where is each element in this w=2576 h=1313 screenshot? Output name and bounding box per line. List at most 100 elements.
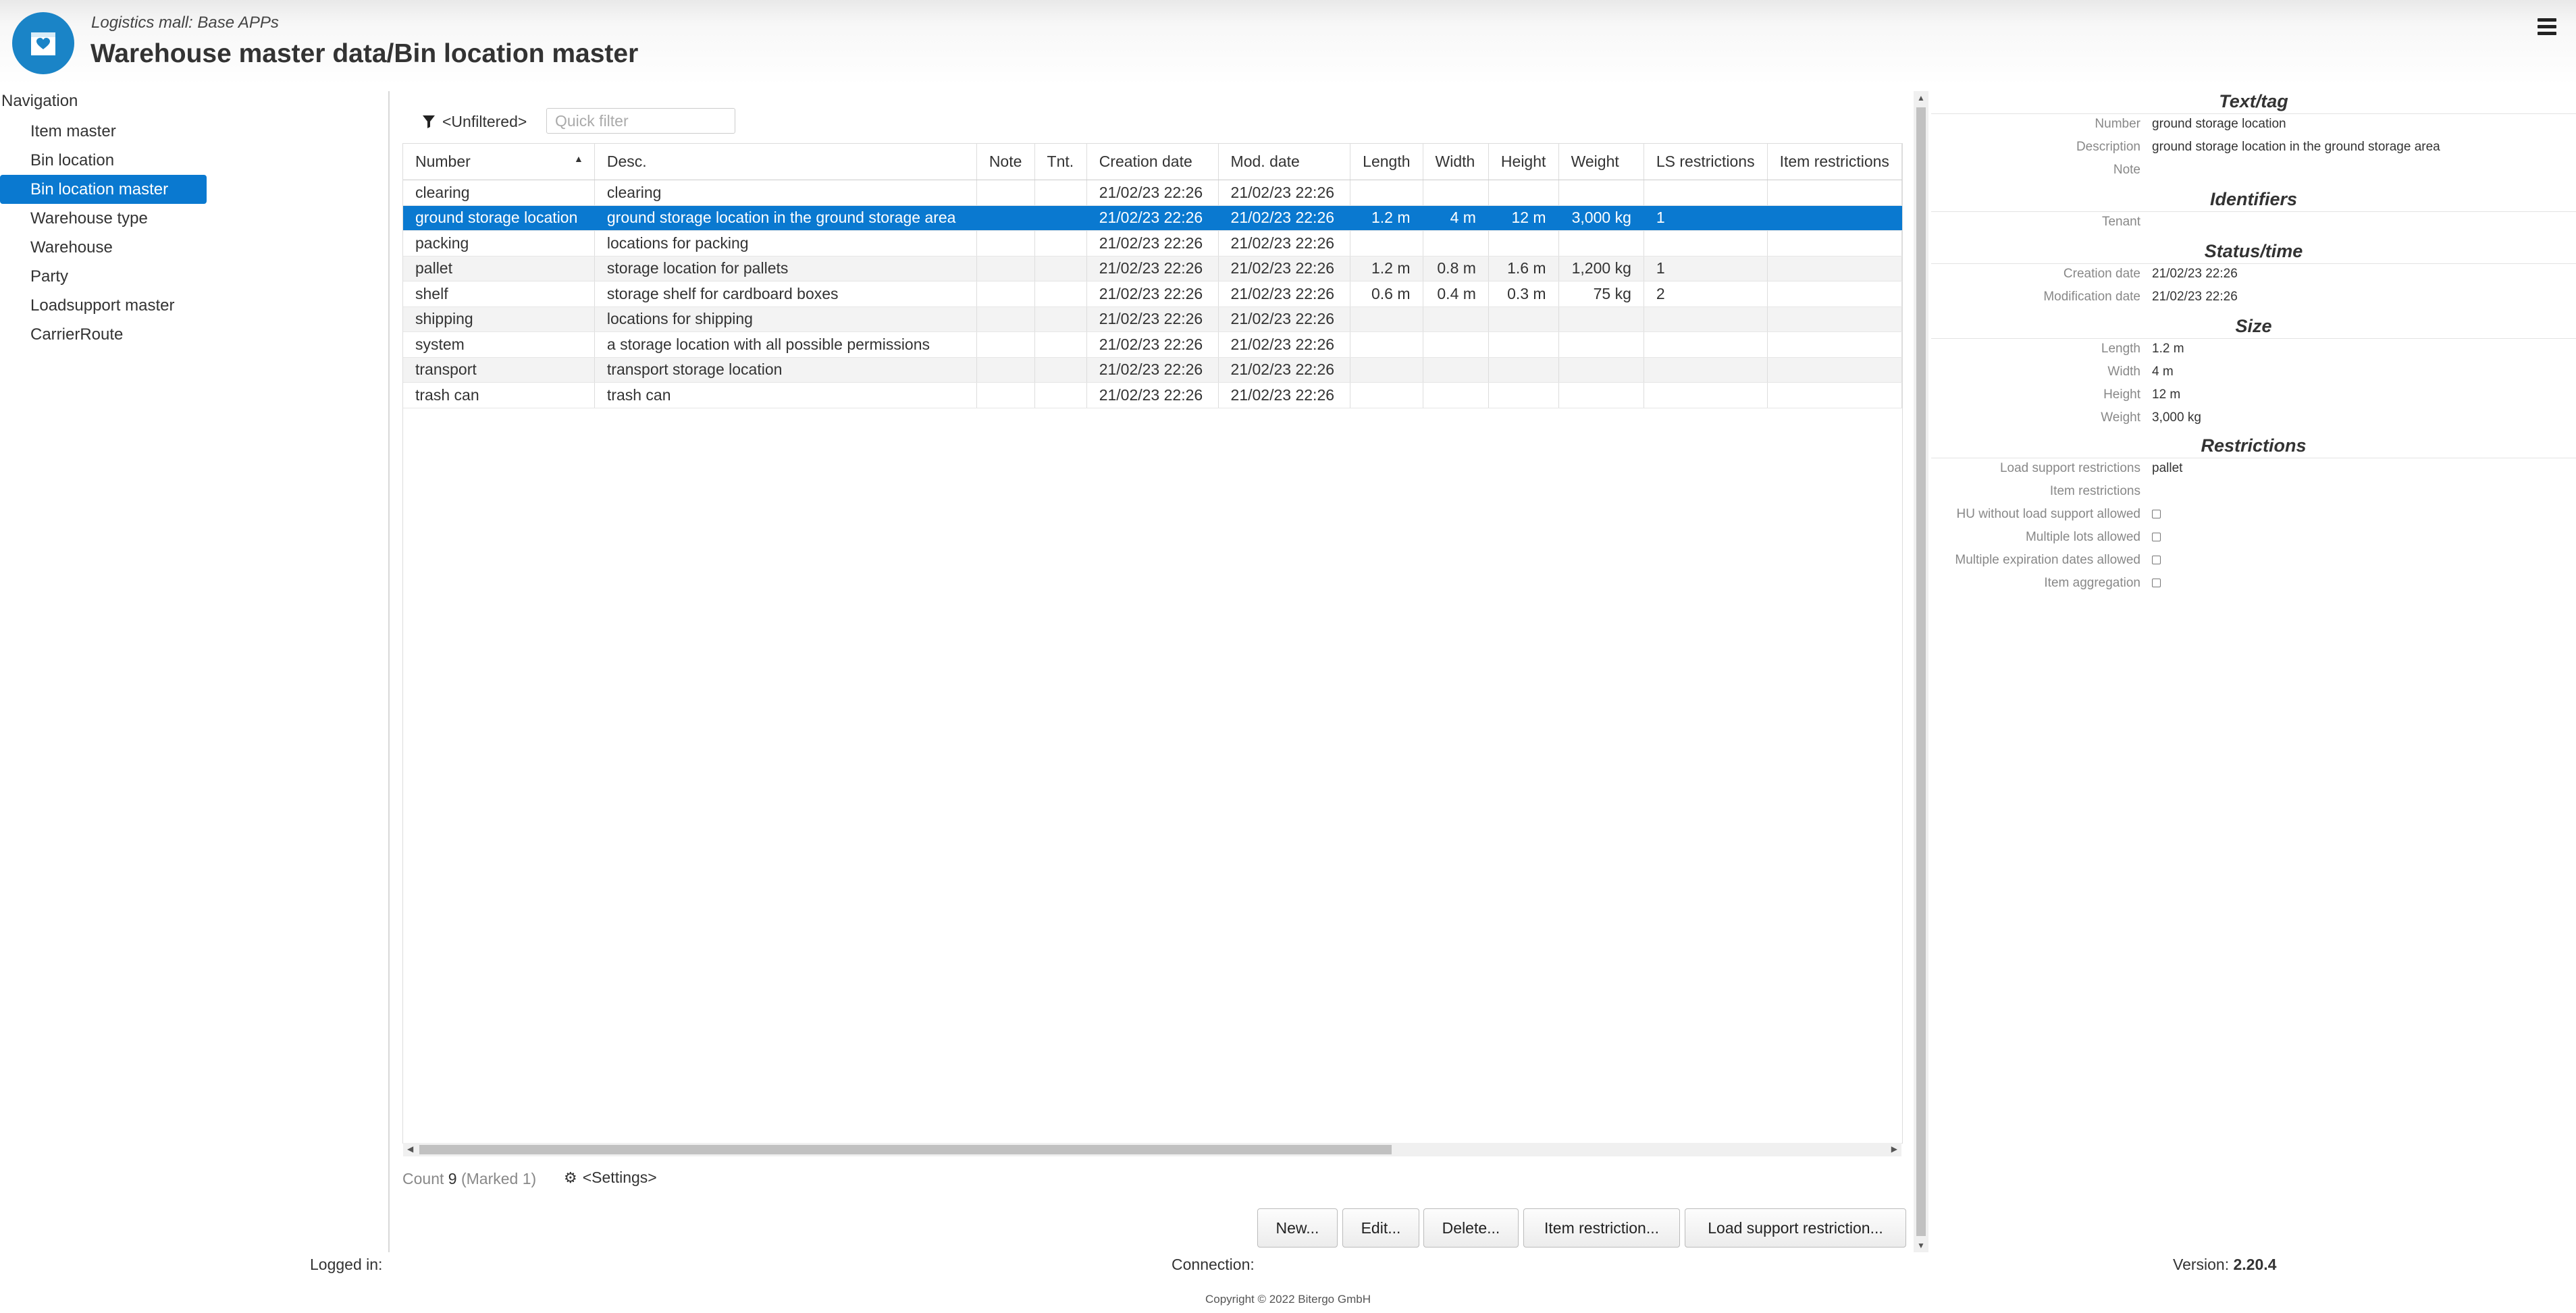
table-cell (1350, 382, 1423, 408)
table-cell: 21/02/23 22:26 (1086, 357, 1219, 383)
table-cell: 1.6 m (1488, 256, 1559, 282)
column-header-item-restrictions[interactable]: Item restrictions (1767, 144, 1902, 180)
settings-link[interactable]: ⚙ <Settings> (564, 1169, 657, 1187)
column-header-width[interactable]: Width (1423, 144, 1489, 180)
table-cell: 21/02/23 22:26 (1218, 205, 1351, 231)
sidebar-item-warehouse[interactable]: Warehouse (0, 233, 176, 262)
table-cell: 21/02/23 22:26 (1086, 180, 1219, 206)
table-cell (1423, 357, 1489, 383)
sidebar-item-bin-location[interactable]: Bin location (0, 146, 176, 175)
scroll-left-icon[interactable]: ◀ (407, 1144, 413, 1154)
sidebar-item-warehouse-type[interactable]: Warehouse type (0, 204, 176, 233)
scroll-up-icon[interactable]: ▲ (1917, 93, 1925, 103)
column-header-mod-date[interactable]: Mod. date (1218, 144, 1351, 180)
table-cell: 0.8 m (1423, 256, 1489, 282)
sidebar-item-bin-location-master[interactable]: Bin location master (0, 175, 207, 204)
column-header-creation-date[interactable]: Creation date (1086, 144, 1219, 180)
item-aggregation-checkbox (2152, 579, 2161, 587)
version-value: 2.20.4 (2233, 1256, 2277, 1273)
table-cell (1034, 256, 1087, 282)
scroll-right-icon[interactable]: ▶ (1891, 1144, 1897, 1154)
column-header-number[interactable]: Number ▲ (403, 144, 595, 180)
table-cell: ground storage location (403, 205, 595, 231)
detail-creation-date-label: Creation date (2063, 267, 2140, 281)
table-row[interactable]: shipping locations for shipping 21/02/23 2… (403, 306, 1902, 332)
table-cell: 21/02/23 22:26 (1218, 331, 1351, 358)
table-cell (1767, 256, 1902, 282)
table-cell (1767, 306, 1902, 332)
column-header-ls-restrictions[interactable]: LS restrictions (1644, 144, 1768, 180)
table-cell (1423, 306, 1489, 332)
section-identifiers: Identifiers (1931, 189, 2576, 212)
table-cell (1034, 180, 1087, 206)
load-support-restriction-button[interactable]: Load support restriction... (1685, 1208, 1906, 1248)
table-cell: 1 (1644, 256, 1768, 282)
delete-button[interactable]: Delete... (1423, 1208, 1519, 1248)
column-header-note[interactable]: Note (976, 144, 1035, 180)
multiple-expiration-checkbox (2152, 556, 2161, 564)
section-status-time: Status/time (1931, 241, 2576, 264)
table-row[interactable]: trash can trash can 21/02/23 22:26 21/02/23… (403, 382, 1902, 408)
quick-filter-input[interactable] (546, 108, 735, 134)
sidebar-item-party[interactable]: Party (0, 262, 176, 291)
detail-tenant-label: Tenant (2101, 215, 2140, 229)
table-row[interactable]: clearing clearing 21/02/23 22:26 21/02/23 2… (403, 180, 1902, 206)
table-row[interactable]: shelf storage shelf for cardboard boxes 21… (403, 281, 1902, 307)
hu-without-load-support-checkbox (2152, 510, 2161, 518)
column-header-tenant[interactable]: Tnt. (1034, 144, 1087, 180)
vertical-scrollbar[interactable]: ▲ ▼ (1914, 91, 1928, 1252)
gear-icon: ⚙ (564, 1169, 577, 1186)
hamburger-icon[interactable] (2538, 18, 2556, 38)
table-cell (1488, 357, 1559, 383)
item-restriction-button[interactable]: Item restriction... (1523, 1208, 1680, 1248)
table-cell: 75 kg (1558, 281, 1644, 307)
table-cell (1488, 230, 1559, 257)
column-header-length[interactable]: Length (1350, 144, 1423, 180)
table-cell (976, 256, 1035, 282)
app-logo[interactable] (12, 12, 74, 74)
filter-status[interactable]: <Unfiltered> (442, 113, 527, 131)
table-row[interactable]: pallet storage location for pallets 21/02/… (403, 256, 1902, 282)
table-cell (1558, 331, 1644, 358)
table-cell: 21/02/23 22:26 (1218, 306, 1351, 332)
table-cell (1644, 382, 1768, 408)
table-cell (1423, 382, 1489, 408)
table-cell: pallet (403, 256, 595, 282)
table-row[interactable]: ground storage location ground storage lo… (403, 205, 1902, 231)
sidebar-nav: Item master Bin location Bin location ma… (0, 117, 209, 349)
sidebar-item-item-master[interactable]: Item master (0, 117, 176, 146)
table-cell: locations for shipping (594, 306, 977, 332)
table-row[interactable]: transport transport storage location 21/02… (403, 357, 1902, 383)
table-cell: system (403, 331, 595, 358)
table-row[interactable]: packing locations for packing 21/02/23 22:… (403, 230, 1902, 257)
sidebar-item-loadsupport-master[interactable]: Loadsupport master (0, 291, 176, 320)
table-cell: clearing (594, 180, 977, 206)
horizontal-scroll-thumb[interactable] (419, 1145, 1392, 1154)
column-header-desc[interactable]: Desc. (594, 144, 977, 180)
data-grid: Number ▲ Desc. Note Tnt. Creation date Mo… (403, 144, 1902, 408)
horizontal-scrollbar[interactable]: ◀ ▶ (403, 1143, 1901, 1156)
column-header-weight[interactable]: Weight (1558, 144, 1644, 180)
table-cell (1767, 230, 1902, 257)
table-cell (976, 357, 1035, 383)
section-text-tag: Text/tag (1931, 91, 2576, 114)
detail-length-value: 1.2 m (2152, 342, 2184, 356)
settings-label: <Settings> (582, 1169, 657, 1186)
page-title: Warehouse master data/Bin location maste… (90, 39, 639, 68)
table-row[interactable]: system a storage location with all possib… (403, 331, 1902, 358)
column-header-height[interactable]: Height (1488, 144, 1559, 180)
table-cell: 1.2 m (1350, 256, 1423, 282)
vertical-scroll-thumb[interactable] (1916, 107, 1926, 1236)
table-cell: 21/02/23 22:26 (1086, 230, 1219, 257)
edit-button[interactable]: Edit... (1342, 1208, 1419, 1248)
table-cell (1034, 331, 1087, 358)
new-button[interactable]: New... (1257, 1208, 1338, 1248)
table-cell (1350, 180, 1423, 206)
table-cell (1034, 230, 1087, 257)
table-cell (1558, 230, 1644, 257)
scroll-down-icon[interactable]: ▼ (1917, 1241, 1925, 1250)
detail-item-restrictions-label: Item restrictions (2049, 484, 2140, 498)
sidebar-item-carrierroute[interactable]: CarrierRoute (0, 320, 176, 349)
detail-width-value: 4 m (2152, 365, 2174, 379)
filter-icon[interactable] (422, 114, 436, 129)
